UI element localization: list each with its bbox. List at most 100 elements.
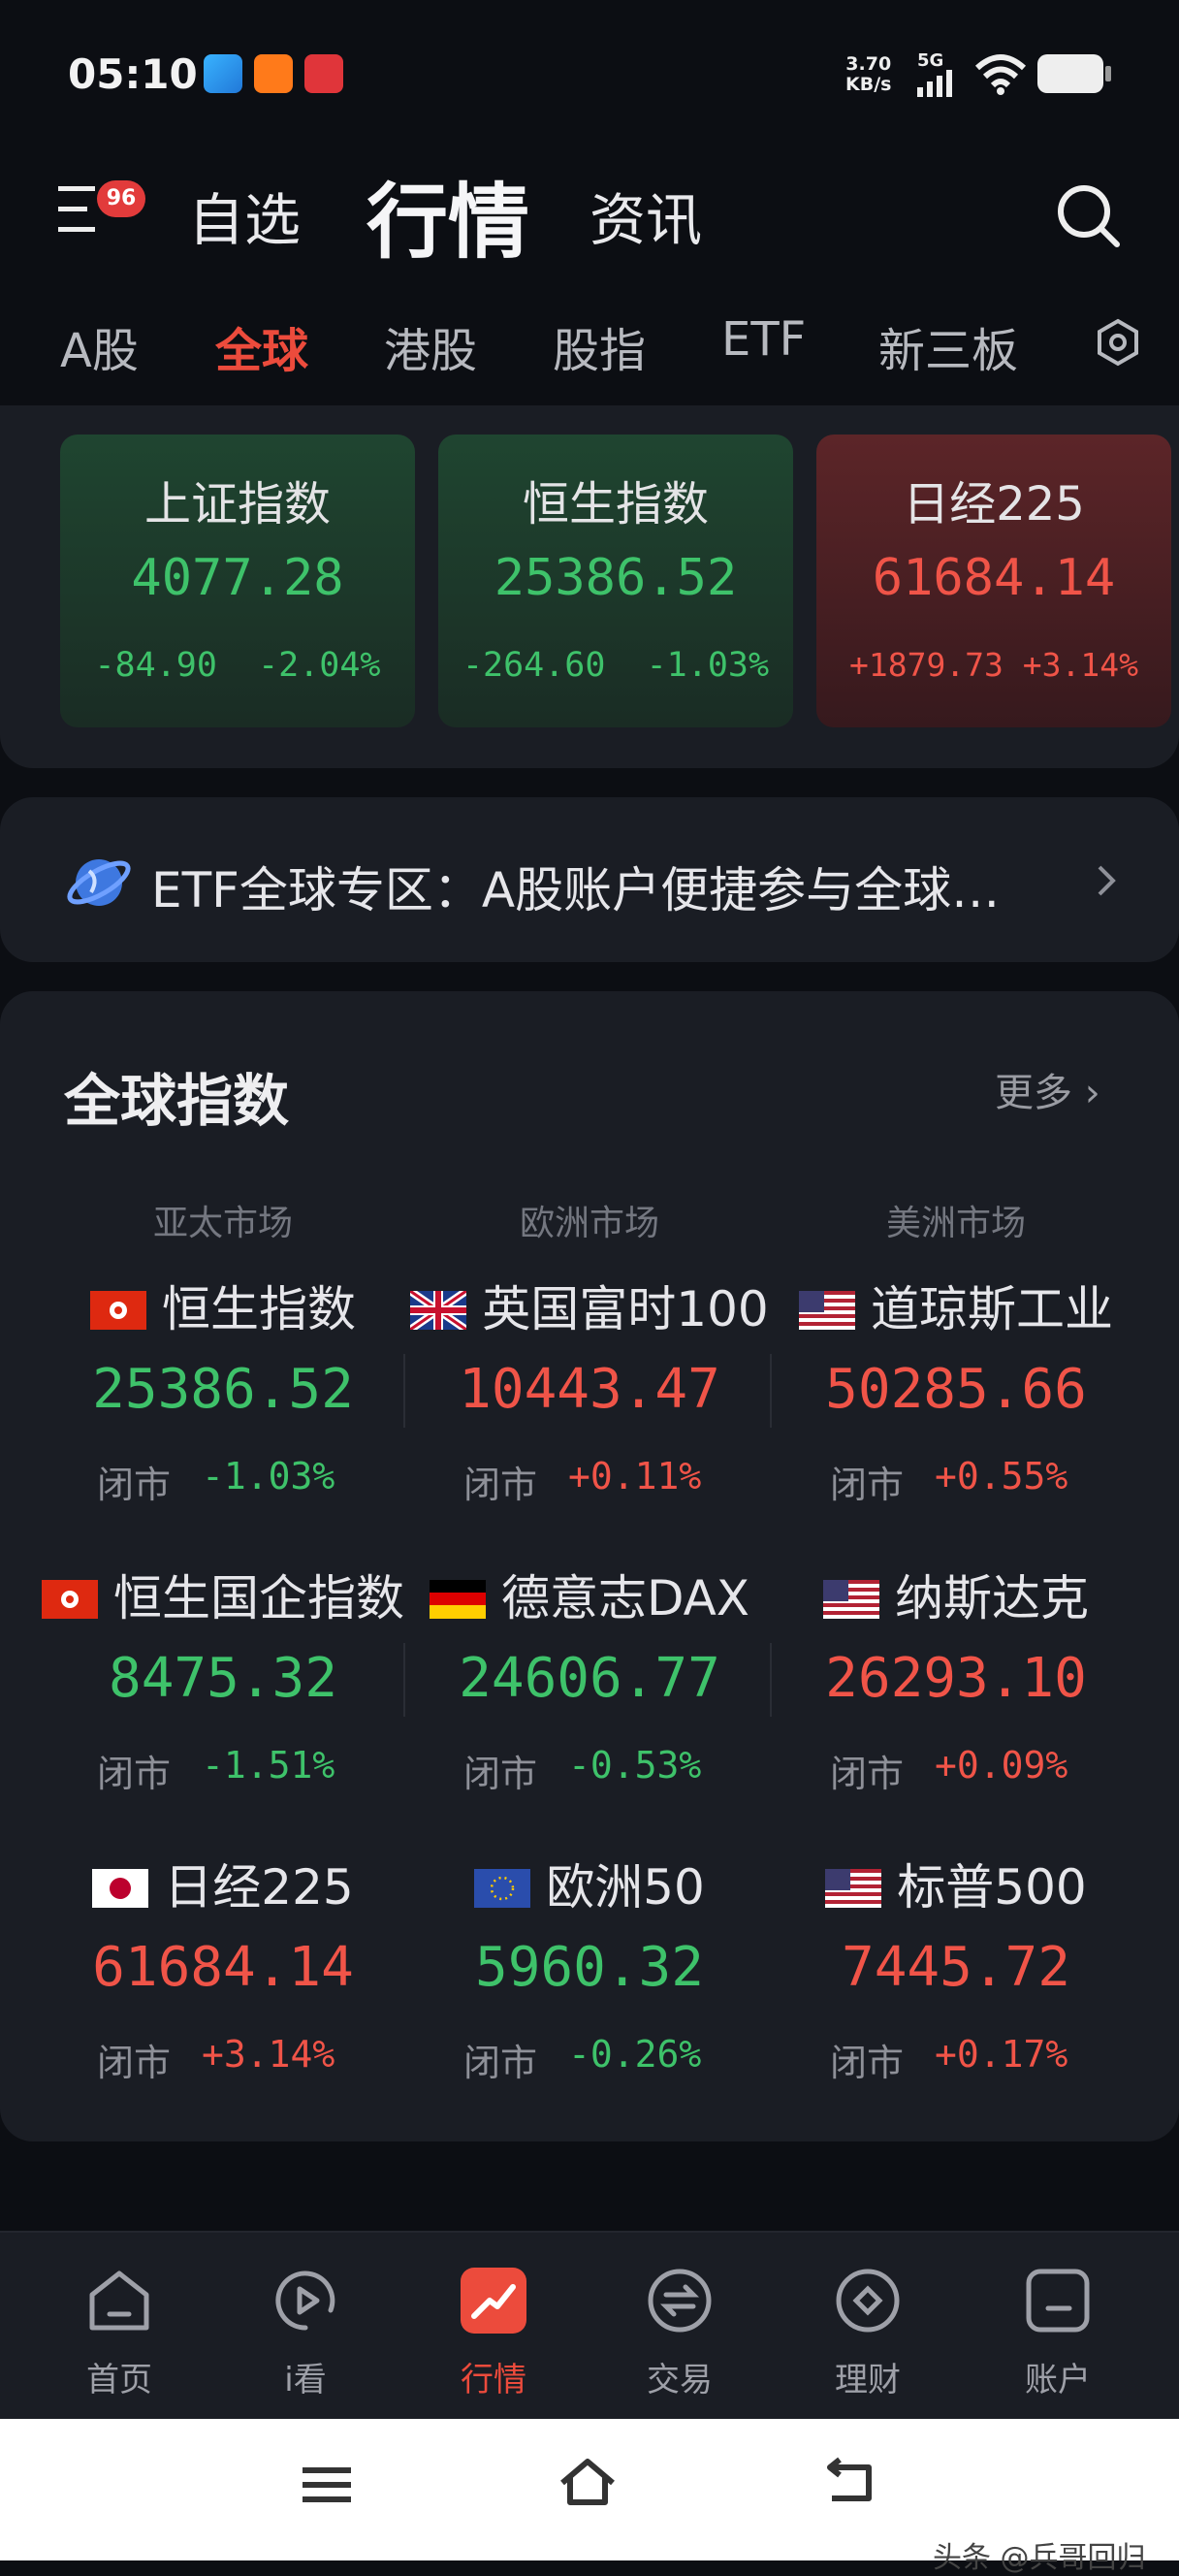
tab-market[interactable]: 行情	[366, 157, 529, 274]
nav-label: 行情	[461, 2361, 526, 2399]
subtab-global[interactable]: 全球	[215, 312, 308, 380]
market-status: 闭市	[830, 1753, 905, 1795]
index-card-change: -84.90 -2.04%	[60, 646, 415, 685]
recent-apps-icon[interactable]	[301, 2458, 355, 2512]
subtab-neeq[interactable]: 新三板	[878, 312, 1018, 380]
index-name-label: 恒生国企指数	[113, 1570, 404, 1626]
flag-hk-icon	[42, 1580, 98, 1619]
index-card-sse[interactable]: 上证指数 4077.28 -84.90 -2.04%	[60, 435, 415, 727]
index-value: 8475.32	[108, 1647, 337, 1710]
global-index-cell[interactable]: 恒生指数 25386.52 闭市 -1.03%	[39, 1271, 407, 1562]
market-status: 闭市	[97, 1464, 172, 1506]
globe-icon	[67, 859, 131, 906]
nav-label: 交易	[647, 2361, 713, 2399]
index-name-label: 道琼斯工业	[871, 1281, 1113, 1337]
index-card-value: 61684.14	[872, 549, 1116, 607]
index-change-pct: +0.17%	[935, 2033, 1068, 2076]
global-index-cell[interactable]: 纳斯达克 26293.10 闭市 +0.09%	[772, 1560, 1140, 1851]
index-name: 道琼斯工业	[772, 1271, 1140, 1340]
market-status: 闭市	[830, 1464, 905, 1506]
index-card-hsi[interactable]: 恒生指数 25386.52 -264.60 -1.03%	[438, 435, 793, 727]
index-name: 纳斯达克	[772, 1560, 1140, 1629]
index-name: 恒生国企指数	[39, 1560, 407, 1629]
tab-news[interactable]: 资讯	[590, 175, 702, 256]
nav-label: 理财	[835, 2361, 901, 2399]
global-index-cell[interactable]: 英国富时100 10443.47 闭市 +0.11%	[405, 1271, 774, 1562]
global-index-cell[interactable]: 标普500 7445.72 闭市 +0.17%	[772, 1849, 1140, 2140]
index-change-pct: +0.09%	[935, 1744, 1068, 1787]
chevron-right-icon	[1098, 865, 1116, 896]
index-change-pct: +0.55%	[935, 1455, 1068, 1497]
nav-home[interactable]: 首页	[27, 2233, 211, 2419]
subtab-etf[interactable]: ETF	[721, 312, 806, 367]
notification-badge: 96	[97, 180, 145, 217]
more-label: 更多	[995, 1071, 1072, 1115]
global-index-cell[interactable]: 道琼斯工业 50285.66 闭市 +0.55%	[772, 1271, 1140, 1562]
global-index-cell[interactable]: 日经225 61684.14 闭市 +3.14%	[39, 1849, 407, 2140]
index-value: 10443.47	[459, 1358, 720, 1421]
search-icon[interactable]	[1055, 182, 1123, 250]
index-change-pct: +3.14%	[202, 2033, 335, 2076]
global-index-cell[interactable]: 欧洲50 5960.32 闭市 -0.26%	[405, 1849, 774, 2140]
change-amount: -264.60	[462, 646, 606, 685]
market-status: 闭市	[463, 2042, 538, 2084]
index-change-pct: -1.51%	[202, 1744, 335, 1787]
column-header-asia: 亚太市场	[152, 1204, 293, 1243]
nav-ikan[interactable]: i看	[213, 2233, 398, 2419]
battery-tip	[1105, 66, 1111, 81]
flag-us-icon	[825, 1869, 882, 1908]
home-nav-icon[interactable]	[557, 2454, 619, 2512]
bottom-nav: 首页 i看 行情 交易 理财 账户	[0, 2231, 1179, 2419]
index-value: 24606.77	[459, 1647, 720, 1710]
flag-eu-icon	[474, 1869, 531, 1908]
market-icon	[461, 2268, 526, 2334]
telegram-app-icon	[204, 54, 242, 93]
wealth-icon	[836, 2269, 900, 2333]
index-name-label: 标普500	[897, 1859, 1087, 1916]
nav-wealth[interactable]: 理财	[776, 2233, 960, 2419]
change-amount: +1879.73	[848, 646, 1004, 684]
etf-banner-text: ETF全球专区：A股账户便捷参与全球…	[151, 862, 1001, 918]
global-index-cell[interactable]: 德意志DAX 24606.77 闭市 -0.53%	[405, 1560, 774, 1851]
index-value: 50285.66	[825, 1358, 1087, 1421]
index-card-change: +1879.73 +3.14%	[816, 646, 1171, 684]
taobao-app-icon	[254, 54, 293, 93]
settings-icon[interactable]	[1094, 318, 1142, 367]
subtab-hk[interactable]: 港股	[384, 312, 477, 380]
market-status: 闭市	[463, 1753, 538, 1795]
index-card-nikkei[interactable]: 日经225 61684.14 +1879.73 +3.14%	[816, 435, 1171, 727]
index-change-pct: -0.53%	[568, 1744, 702, 1787]
trade-icon	[648, 2269, 712, 2333]
flag-us-icon	[823, 1580, 879, 1619]
more-link[interactable]: 更多 ›	[995, 1061, 1100, 1117]
net-speed-value: 3.70	[845, 53, 892, 75]
chevron-right-icon: ›	[1084, 1071, 1100, 1115]
index-name: 日经225	[39, 1849, 407, 1918]
market-status: 闭市	[97, 1753, 172, 1795]
tab-watchlist[interactable]: 自选	[188, 175, 301, 256]
index-value: 25386.52	[92, 1358, 354, 1421]
back-icon[interactable]	[818, 2454, 880, 2512]
nav-account[interactable]: 账户	[966, 2233, 1150, 2419]
index-value: 61684.14	[92, 1936, 354, 1999]
section-title: 全球指数	[64, 1068, 290, 1134]
global-index-cell[interactable]: 恒生国企指数 8475.32 闭市 -1.51%	[39, 1560, 407, 1851]
index-card-value: 4077.28	[131, 549, 344, 607]
index-change-pct: -1.03%	[202, 1455, 335, 1497]
account-icon	[1026, 2269, 1090, 2333]
nav-market[interactable]: 行情	[401, 2233, 586, 2419]
subtab-a-share[interactable]: A股	[60, 312, 139, 380]
subtab-index[interactable]: 股指	[553, 312, 646, 380]
index-name-label: 日经225	[164, 1859, 354, 1916]
flag-hk-icon	[90, 1291, 146, 1330]
index-name: 英国富时100	[405, 1271, 774, 1340]
wifi-icon	[974, 54, 1027, 95]
market-status: 闭市	[463, 1464, 538, 1506]
nav-trade[interactable]: 交易	[588, 2233, 772, 2419]
nav-label: 账户	[1025, 2361, 1091, 2399]
index-card-name: 日经225	[903, 477, 1085, 531]
market-status: 闭市	[830, 2042, 905, 2084]
flag-us-icon	[799, 1291, 855, 1330]
signal-icon	[917, 70, 952, 97]
index-name: 德意志DAX	[405, 1560, 774, 1629]
